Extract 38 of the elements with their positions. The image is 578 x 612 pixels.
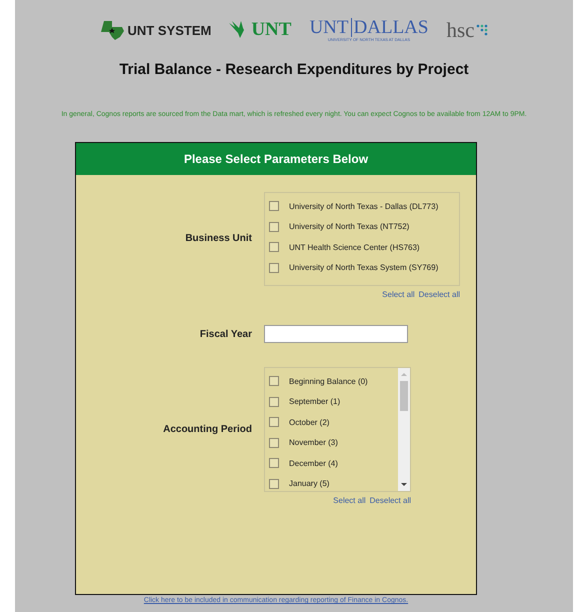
option-label[interactable]: October (2) — [289, 418, 330, 427]
option-label[interactable]: University of North Texas (NT752) — [289, 222, 410, 232]
checkbox[interactable] — [269, 222, 279, 232]
scrollbar[interactable] — [398, 368, 410, 491]
checkbox[interactable] — [269, 438, 279, 448]
link[interactable]: Select all — [333, 496, 366, 505]
option-label[interactable]: December (4) — [289, 458, 338, 468]
checkbox[interactable] — [269, 417, 279, 428]
checkbox[interactable] — [269, 262, 279, 273]
checkbox[interactable] — [269, 478, 279, 489]
field-label: Fiscal Year — [198, 328, 252, 340]
option-label[interactable]: November (3) — [289, 438, 338, 448]
logo-text: DALLAS — [350, 18, 428, 37]
checkbox[interactable] — [269, 458, 279, 468]
checkbox[interactable] — [269, 396, 279, 407]
logo-text: hsc — [446, 18, 474, 42]
link[interactable]: Deselect all — [418, 290, 460, 299]
link[interactable]: Select all — [382, 290, 415, 299]
option-label[interactable]: Beginning Balance (0) — [289, 376, 368, 386]
option-label[interactable]: January (5) — [289, 479, 330, 488]
texas-map-icon — [100, 19, 126, 41]
logo-text: UNT — [251, 19, 292, 41]
page-title: Trial Balance - Research Expenditures by Project — [119, 61, 469, 78]
option-label[interactable]: University of North Texas System (SY769) — [289, 263, 438, 272]
input-field[interactable] — [264, 325, 408, 343]
link[interactable]: Deselect all — [370, 496, 411, 505]
field-label: Business Unit — [184, 233, 252, 244]
logo-text: UNT SYSTEM — [128, 22, 212, 38]
checkbox[interactable] — [269, 201, 279, 212]
checkbox[interactable] — [269, 242, 279, 252]
option-label[interactable]: September (1) — [289, 397, 340, 406]
dots-icon — [476, 24, 488, 36]
logo-text: UNT — [309, 18, 349, 37]
checkbox[interactable] — [269, 376, 279, 386]
panel-header: Please Select Parameters Below — [76, 143, 476, 175]
field-label: Accounting Period — [162, 424, 252, 434]
option-label[interactable]: UNT Health Science Center (HS763) — [289, 242, 420, 252]
option-label[interactable]: University of North Texas - Dallas (DL773) — [289, 202, 438, 211]
